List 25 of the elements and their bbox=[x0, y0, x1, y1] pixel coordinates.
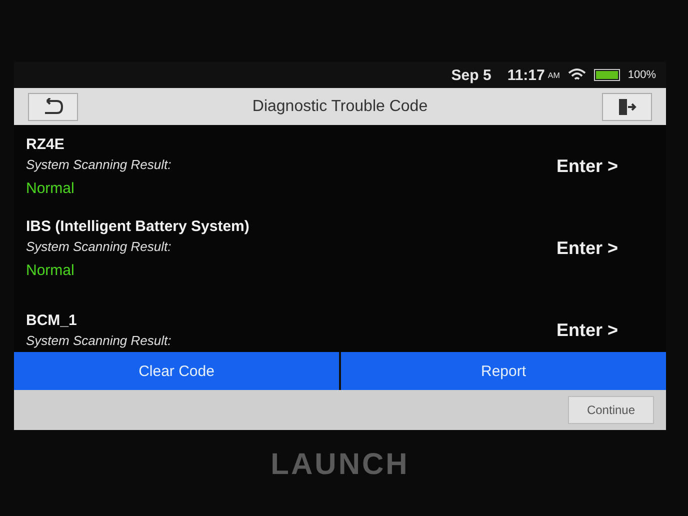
result-status: Normal bbox=[26, 262, 76, 278]
system-name: RZ4E bbox=[26, 136, 66, 152]
result-label: System Scanning Result: bbox=[26, 156, 172, 172]
exit-button[interactable] bbox=[602, 92, 652, 120]
system-name: IBS (Intelligent Battery System) bbox=[26, 218, 250, 234]
enter-link[interactable]: Enter > bbox=[556, 320, 618, 340]
battery-percent: 100% bbox=[628, 69, 656, 81]
result-label: System Scanning Result: bbox=[26, 333, 172, 348]
status-ampm: AM bbox=[548, 70, 560, 80]
window-title: Diagnostic Trouble Code bbox=[252, 98, 428, 116]
result-status: Normal bbox=[26, 180, 76, 196]
system-name: BCM_1 bbox=[26, 312, 78, 329]
action-button[interactable]: Report bbox=[341, 352, 666, 390]
enter-link[interactable]: Enter > bbox=[556, 156, 618, 176]
action-button[interactable]: Clear Code bbox=[14, 352, 341, 390]
door-exit-icon bbox=[617, 98, 637, 116]
status-date: Sep 5 bbox=[451, 66, 492, 84]
battery-icon bbox=[594, 69, 620, 81]
wifi-icon bbox=[568, 68, 586, 82]
result-label: System Scanning Result: bbox=[26, 238, 172, 254]
back-button[interactable] bbox=[28, 92, 78, 120]
continue-button[interactable]: Continue bbox=[568, 396, 654, 424]
status-time: 11:17 bbox=[507, 66, 545, 84]
enter-link[interactable]: Enter > bbox=[556, 238, 618, 258]
brand-logo: LAUNCH bbox=[270, 448, 410, 482]
